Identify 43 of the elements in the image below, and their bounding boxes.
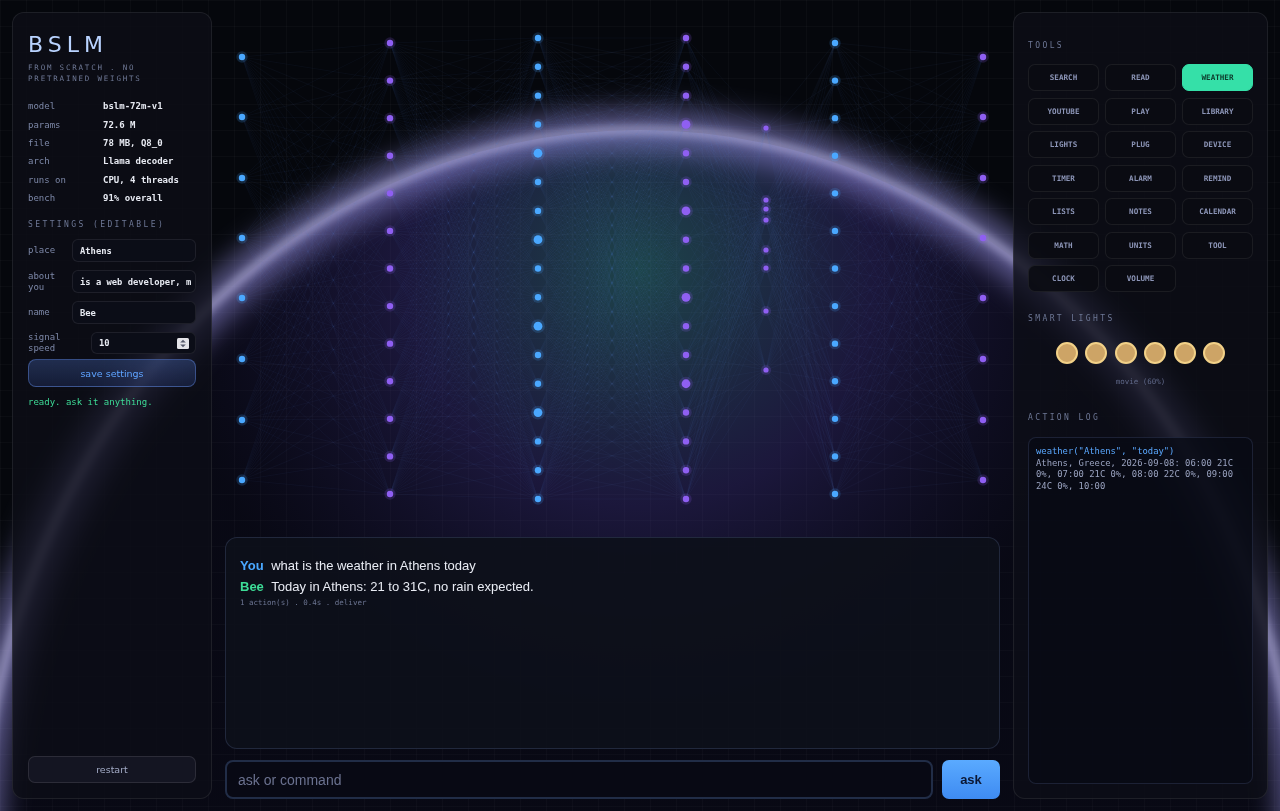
info-value: 72.6 M: [103, 119, 136, 130]
field-label: signal speed: [28, 332, 62, 355]
app-title: BSLM: [28, 33, 109, 57]
speaker-name: You: [240, 558, 264, 573]
number-field[interactable]: 10: [91, 332, 196, 355]
light-dot-icon[interactable]: [1203, 342, 1226, 364]
message-text: what is the weather in Athens today: [271, 558, 476, 573]
text-field[interactable]: is a web developer, m: [72, 270, 196, 294]
field-label: name: [28, 307, 51, 319]
smart-lights-heading: SMART LIGHTS: [1028, 314, 1116, 324]
info-value: 78 MB, Q8_0: [103, 137, 163, 148]
light-dot-icon[interactable]: [1055, 342, 1078, 364]
info-value: Llama decoder: [103, 156, 174, 167]
field-label: about you: [28, 270, 57, 293]
log-result-text: Athens, Greece, 2026-09-08: 06:00 21C 0%, 07:00 21C 0%, 08:00 22C 0%, 09:00 24C 0%, 10:00: [1036, 457, 1234, 492]
restart-button[interactable]: restart: [28, 756, 196, 783]
info-label: bench: [28, 193, 57, 204]
light-dot-icon[interactable]: [1085, 342, 1108, 364]
info-label: arch: [28, 156, 51, 167]
info-label: runs on: [28, 174, 67, 185]
save-settings-button[interactable]: save settings: [28, 359, 196, 388]
message-text: Today in Athens: 21 to 31C, no rain expected.: [271, 579, 534, 594]
info-label: file: [28, 137, 51, 148]
light-dot-icon[interactable]: [1173, 342, 1196, 364]
ask-button[interactable]: ask: [942, 760, 1000, 799]
command-input[interactable]: ask or command: [225, 760, 933, 799]
info-value: CPU, 4 threads: [103, 174, 179, 185]
speaker-name: Bee: [240, 579, 264, 594]
tools-heading: TOOLS: [1028, 41, 1066, 51]
light-dot-icon[interactable]: [1144, 342, 1167, 364]
text-field[interactable]: Athens: [72, 239, 196, 263]
spinner-icon[interactable]: [177, 337, 189, 349]
info-label: model: [28, 101, 57, 112]
info-value: 91% overall: [103, 193, 163, 204]
settings-heading: SETTINGS (EDITABLE): [28, 220, 167, 231]
action-log-heading: ACTION LOG: [1028, 413, 1102, 423]
text-field[interactable]: Bee: [72, 301, 196, 325]
field-label: place: [28, 245, 57, 257]
info-label: params: [28, 119, 62, 130]
light-dot-icon[interactable]: [1114, 342, 1137, 364]
status-text: ready. ask it anything.: [28, 397, 154, 408]
log-call-text: weather("Athens", "today"): [1036, 446, 1176, 458]
info-value: bslm-72m-v1: [103, 101, 163, 112]
